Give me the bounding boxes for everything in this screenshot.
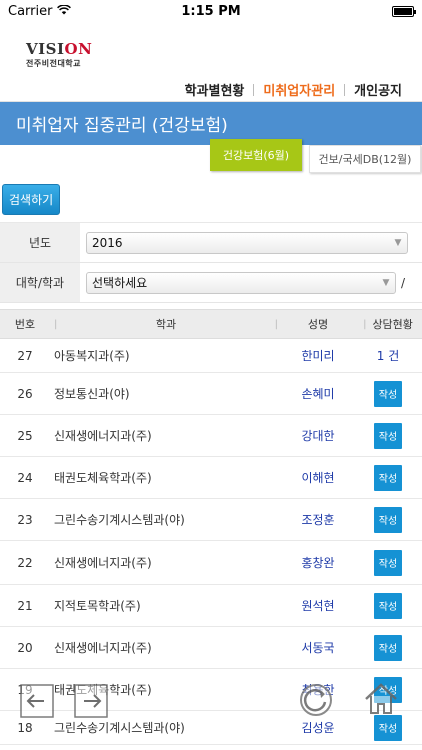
write-button[interactable]: 작성 xyxy=(374,464,402,491)
wifi-icon xyxy=(57,3,72,19)
table-row[interactable]: 19태권도체육학과(주)최용한작성 xyxy=(0,669,422,711)
dept-row: 대학/학과 선택하세요 ▼ / xyxy=(0,263,422,303)
consult-status: 1 건 xyxy=(354,347,422,364)
row-department: 신재생에너지과(주) xyxy=(54,429,152,443)
tab-bar: 건강보험(6월) 건보/국세DB(12월) xyxy=(0,139,422,177)
write-button[interactable]: 작성 xyxy=(374,549,402,576)
consult-status: 작성 xyxy=(354,506,422,533)
student-name-link[interactable]: 서동국 xyxy=(282,639,354,656)
top-nav: 학과별현황 미취업자관리 개인공지 xyxy=(185,80,402,99)
write-button[interactable]: 작성 xyxy=(374,380,402,407)
year-row: 년도 2016 ▼ xyxy=(0,223,422,263)
tab-national-tax-db[interactable]: 건보/국세DB(12월) xyxy=(309,145,421,173)
row-number: 27 xyxy=(17,348,33,363)
header-divider: | xyxy=(274,318,278,330)
write-button[interactable]: 작성 xyxy=(374,506,402,533)
row-number: 26 xyxy=(17,386,33,401)
table-row[interactable]: 18 그린수송기계시스템과(야) 김성윤 작성 xyxy=(0,711,422,745)
student-name-link[interactable]: 홍창완 xyxy=(282,554,354,571)
year-label: 년도 xyxy=(0,223,80,262)
row-department: 태권도체육학과(주) xyxy=(54,471,152,485)
consult-status: 작성 xyxy=(354,464,422,491)
table-row[interactable]: 21 지적토목학과(주) 원석현 작성 xyxy=(0,585,422,627)
dept-value: 선택하세요 xyxy=(92,276,148,290)
row-department: 신재생에너지과(주) xyxy=(54,641,152,655)
row-number: 20 xyxy=(17,640,33,655)
dept-slash: / xyxy=(401,275,406,290)
logo-text-accent: ON xyxy=(64,40,93,58)
carrier-label: Carrier xyxy=(8,3,53,19)
logo-text-main: VISI xyxy=(26,40,65,58)
consult-count-link[interactable]: 1 건 xyxy=(377,347,400,364)
student-name-link[interactable]: 조정훈 xyxy=(282,511,354,528)
student-table-body: 27 아동복지과(주) 한미리 1 건 26 정보통신과(야) 손혜미 작성 25 신재생에너지과… xyxy=(0,339,422,745)
header-no: 번호 xyxy=(14,318,36,331)
refresh-icon[interactable] xyxy=(298,682,334,722)
year-value: 2016 xyxy=(92,235,123,250)
chevron-down-icon: ▼ xyxy=(382,277,390,288)
header-divider: | xyxy=(363,318,367,330)
consult-status: 작성 xyxy=(354,380,422,407)
table-row[interactable]: 23 그린수송기계시스템과(야) 조정훈 작성 xyxy=(0,499,422,541)
consult-status: 작성 xyxy=(354,592,422,619)
write-button[interactable]: 작성 xyxy=(374,634,402,661)
row-department: 아동복지과(주) xyxy=(54,349,130,363)
page-title: 미취업자 집중관리 (건강보험) xyxy=(16,116,228,136)
year-select[interactable]: 2016 ▼ xyxy=(86,231,408,254)
row-number: 25 xyxy=(17,428,33,443)
student-name-link[interactable]: 손혜미 xyxy=(282,385,354,402)
row-department: 신재생에너지과(주) xyxy=(54,556,152,570)
header-status: 상담현황 xyxy=(372,318,413,331)
dept-select[interactable]: 선택하세요 ▼ xyxy=(86,271,396,294)
row-department: 지적토목학과(주) xyxy=(54,599,141,613)
header-dept: 학과 xyxy=(155,318,177,331)
nav-divider xyxy=(253,83,255,96)
nav-unemployed-management[interactable]: 미취업자관리 xyxy=(263,80,335,99)
vision-logo[interactable]: VISION 전주비전대학교 xyxy=(26,40,92,69)
search-button[interactable]: 검색하기 xyxy=(2,184,61,215)
table-row[interactable]: 27 아동복지과(주) 한미리 1 건 xyxy=(0,339,422,373)
chevron-down-icon: ▼ xyxy=(394,237,402,248)
back-arrow-icon[interactable] xyxy=(20,684,54,722)
row-department: 그린수송기계시스템과(야) xyxy=(54,513,185,527)
write-button[interactable]: 작성 xyxy=(374,592,402,619)
header-divider: | xyxy=(54,318,58,330)
student-name-link[interactable]: 한미리 xyxy=(282,347,354,364)
row-number: 24 xyxy=(17,470,33,485)
consult-status: 작성 xyxy=(354,422,422,449)
status-bar: Carrier 1:15 PM xyxy=(0,0,422,22)
header-name: 성명 xyxy=(307,318,329,331)
table-header: 번호 | 학과 | 성명 | 상담현황 xyxy=(0,309,422,339)
consult-status: 작성 xyxy=(354,634,422,661)
nav-dept-status[interactable]: 학과별현황 xyxy=(185,80,245,99)
home-icon[interactable] xyxy=(362,680,400,722)
student-name-link[interactable]: 강대한 xyxy=(282,427,354,444)
forward-arrow-icon[interactable] xyxy=(74,684,108,722)
site-header: VISION 전주비전대학교 학과별현황 미취업자관리 개인공지 xyxy=(0,22,422,102)
nav-personal-notice[interactable]: 개인공지 xyxy=(354,80,402,99)
consult-status: 작성 xyxy=(354,549,422,576)
student-name-link[interactable]: 이해현 xyxy=(282,469,354,486)
nav-divider xyxy=(344,83,346,96)
search-bar: 검색하기 xyxy=(0,177,422,223)
dept-label: 대학/학과 xyxy=(0,263,80,302)
battery-icon xyxy=(392,5,416,17)
row-number: 23 xyxy=(17,512,33,527)
row-department: 정보통신과(야) xyxy=(54,387,130,401)
table-row[interactable]: 26 정보통신과(야) 손혜미 작성 xyxy=(0,373,422,415)
tab-health-insurance[interactable]: 건강보험(6월) xyxy=(210,139,302,171)
table-row[interactable]: 20 신재생에너지과(주) 서동국 작성 xyxy=(0,627,422,669)
row-number: 21 xyxy=(17,598,33,613)
table-row[interactable]: 25 신재생에너지과(주) 강대한 작성 xyxy=(0,415,422,457)
write-button[interactable]: 작성 xyxy=(374,422,402,449)
table-row[interactable]: 24 태권도체육학과(주) 이해현 작성 xyxy=(0,457,422,499)
row-number: 18 xyxy=(17,720,33,735)
student-name-link[interactable]: 원석현 xyxy=(282,597,354,614)
logo-subtitle: 전주비전대학교 xyxy=(26,59,82,68)
table-row[interactable]: 22 신재생에너지과(주) 홍창완 작성 xyxy=(0,541,422,585)
row-number: 22 xyxy=(17,555,33,570)
